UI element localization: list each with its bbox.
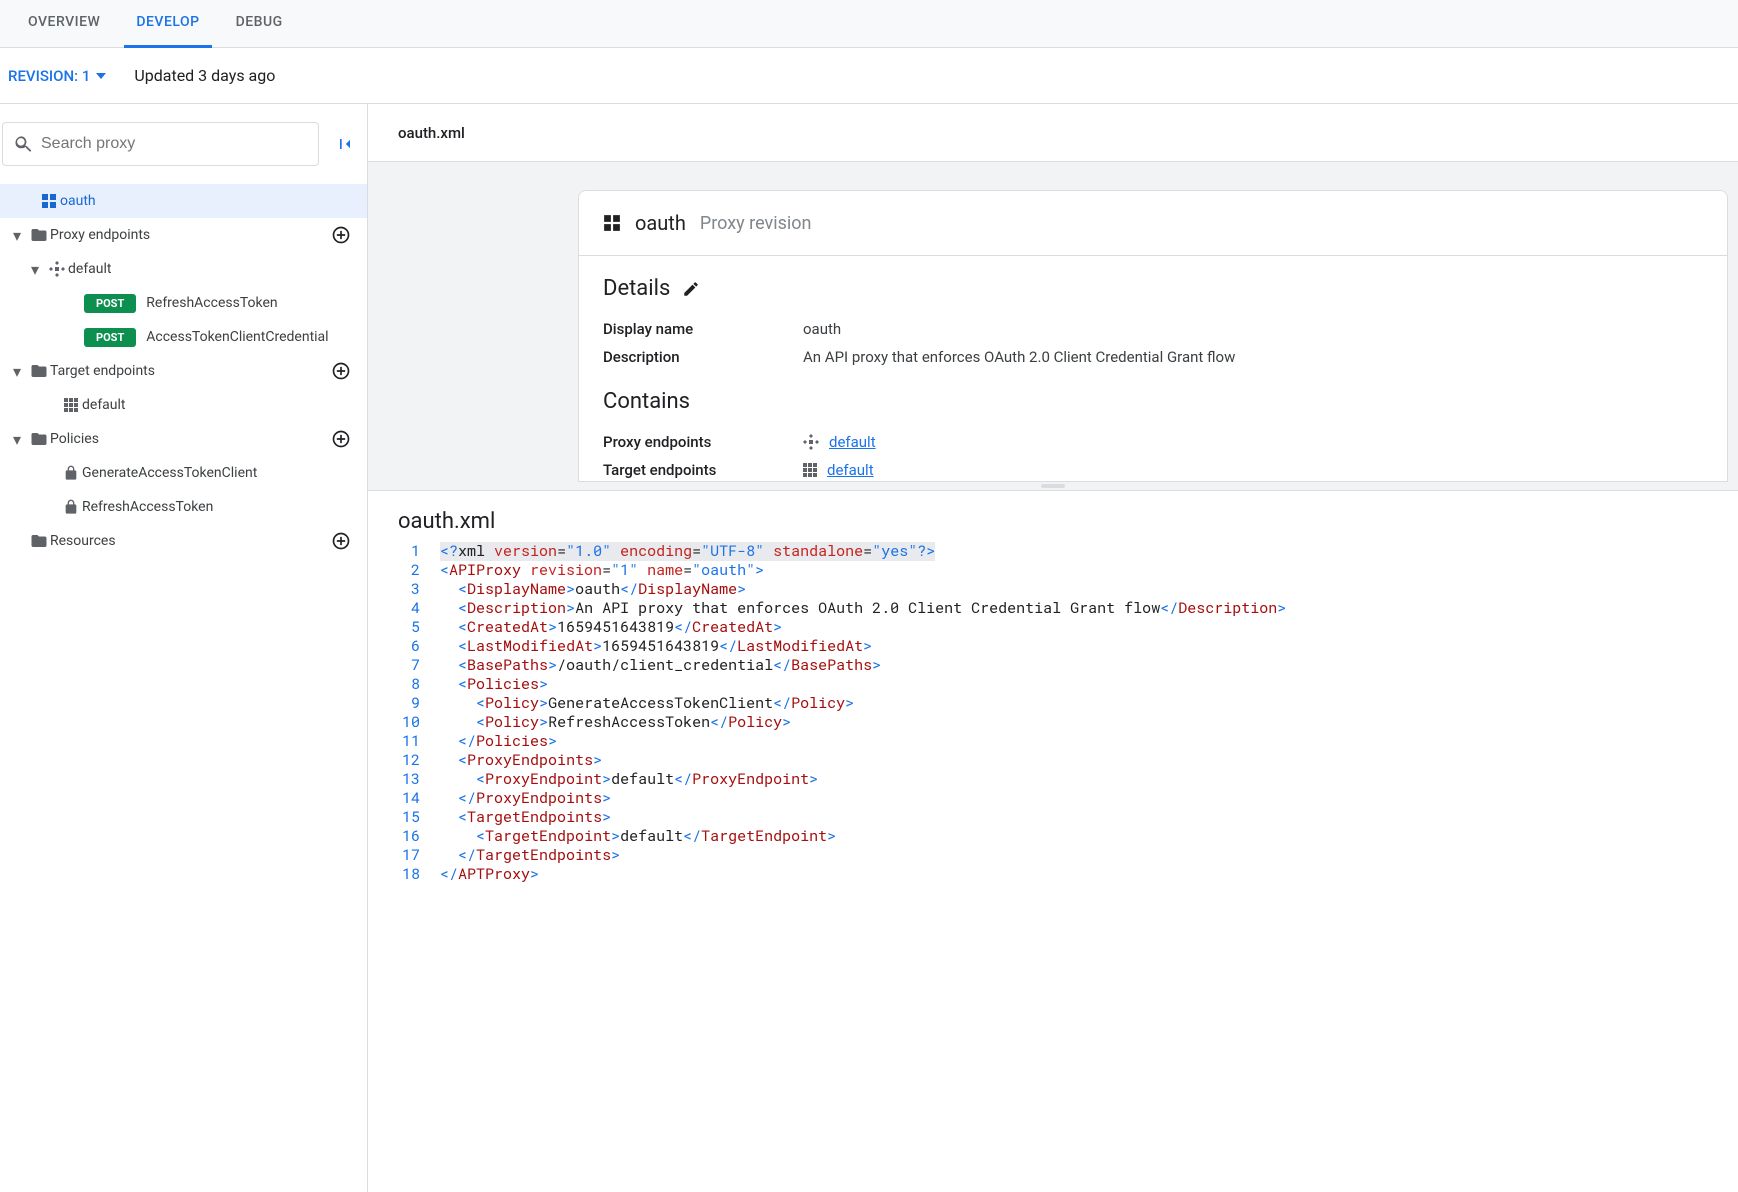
tree-root-label: oauth [60, 193, 351, 209]
search-box[interactable] [2, 122, 319, 166]
code-title: oauth.xml [368, 491, 1738, 542]
folder-icon [28, 362, 50, 380]
tree-resources-label: Resources [50, 533, 331, 549]
folder-icon [28, 430, 50, 448]
add-target-endpoint-button[interactable] [331, 361, 351, 381]
revision-bar: REVISION: 1 Updated 3 days ago [0, 48, 1738, 104]
tree-proxy-default[interactable]: ▾ default [0, 252, 367, 286]
add-policy-button[interactable] [331, 429, 351, 449]
tree-target-endpoints[interactable]: ▾ Target endpoints [0, 354, 367, 388]
tree-flow-refresh[interactable]: POST RefreshAccessToken [0, 286, 367, 320]
target-endpoint-link[interactable]: default [827, 461, 874, 479]
proxy-endpoints-key: Proxy endpoints [603, 433, 803, 451]
target-endpoints-key: Target endpoints [603, 461, 803, 479]
proxy-endpoint-link[interactable]: default [829, 433, 876, 451]
add-proxy-endpoint-button[interactable] [331, 225, 351, 245]
proxy-icon [603, 214, 621, 232]
grid-icon [803, 463, 817, 477]
tree-flow-refresh-label: RefreshAccessToken [146, 295, 351, 311]
chevron-down-icon: ▾ [24, 260, 46, 279]
code-panel: oauth.xml 123456789101112131415161718 <?… [368, 490, 1738, 1192]
folder-icon [28, 532, 50, 550]
resize-handle[interactable] [368, 482, 1738, 490]
tree-target-endpoints-label: Target endpoints [50, 363, 331, 379]
description-value: An API proxy that enforces OAuth 2.0 Cli… [803, 348, 1235, 366]
updated-text: Updated 3 days ago [134, 66, 275, 85]
tree-policy-refresh[interactable]: RefreshAccessToken [0, 490, 367, 524]
file-tab-bar: oauth.xml [368, 104, 1738, 162]
content-area: oauth.xml oauth Proxy revision Details [368, 104, 1738, 1192]
folder-icon [28, 226, 50, 244]
tree-proxy-endpoints[interactable]: ▾ Proxy endpoints [0, 218, 367, 252]
tab-overview[interactable]: OVERVIEW [16, 0, 112, 48]
chevron-down-icon: ▾ [6, 430, 28, 449]
edit-icon[interactable] [682, 280, 700, 298]
tree-flow-access[interactable]: POST AccessTokenClientCredential [0, 320, 367, 354]
revision-dropdown[interactable]: REVISION: 1 [8, 67, 106, 85]
tree-flow-access-label: AccessTokenClientCredential [146, 329, 351, 345]
gutter: 123456789101112131415161718 [398, 542, 440, 904]
endpoint-icon [803, 434, 819, 450]
search-input[interactable] [41, 135, 308, 153]
file-name: oauth.xml [398, 124, 465, 142]
card-subtitle: Proxy revision [700, 213, 812, 234]
method-badge-post: POST [84, 328, 136, 347]
display-name-value: oauth [803, 320, 841, 338]
top-tab-bar: OVERVIEW DEVELOP DEBUG [0, 0, 1738, 48]
tree-policies[interactable]: ▾ Policies [0, 422, 367, 456]
caret-down-icon [96, 73, 106, 79]
tree-proxy-endpoints-label: Proxy endpoints [50, 227, 331, 243]
lock-icon [60, 499, 82, 515]
lock-icon [60, 465, 82, 481]
card-title: oauth [635, 211, 686, 235]
display-name-key: Display name [603, 320, 803, 338]
tree-policy-generate-label: GenerateAccessTokenClient [82, 465, 351, 481]
tree-target-default[interactable]: default [0, 388, 367, 422]
tree-policy-refresh-label: RefreshAccessToken [82, 499, 351, 515]
tab-debug[interactable]: DEBUG [224, 0, 295, 48]
chevron-down-icon: ▾ [6, 226, 28, 245]
code-editor[interactable]: 123456789101112131415161718 <?xml versio… [368, 542, 1738, 904]
endpoint-icon [46, 261, 68, 277]
search-icon [13, 134, 33, 154]
tab-develop[interactable]: DEVELOP [124, 0, 211, 48]
method-badge-post: POST [84, 294, 136, 313]
tree: oauth ▾ Proxy endpoints ▾ default [0, 184, 367, 558]
collapse-sidebar-button[interactable] [331, 130, 359, 158]
chevron-down-icon: ▾ [6, 362, 28, 381]
chevron-spacer [6, 532, 28, 551]
tree-policy-generate[interactable]: GenerateAccessTokenClient [0, 456, 367, 490]
details-card: oauth Proxy revision Details Display nam… [578, 190, 1728, 482]
tree-proxy-default-label: default [68, 261, 351, 277]
contains-heading: Contains [603, 389, 690, 414]
tree-policies-label: Policies [50, 431, 331, 447]
sidebar: oauth ▾ Proxy endpoints ▾ default [0, 104, 368, 1192]
proxy-icon [38, 193, 60, 209]
grid-icon [60, 398, 82, 412]
description-key: Description [603, 348, 803, 366]
tree-target-default-label: default [82, 397, 351, 413]
revision-label: REVISION: 1 [8, 67, 90, 85]
add-resource-button[interactable] [331, 531, 351, 551]
code-content: <?xml version="1.0" encoding="UTF-8" sta… [440, 542, 1286, 904]
details-heading: Details [603, 276, 670, 301]
tree-resources[interactable]: Resources [0, 524, 367, 558]
tree-root-oauth[interactable]: oauth [0, 184, 367, 218]
